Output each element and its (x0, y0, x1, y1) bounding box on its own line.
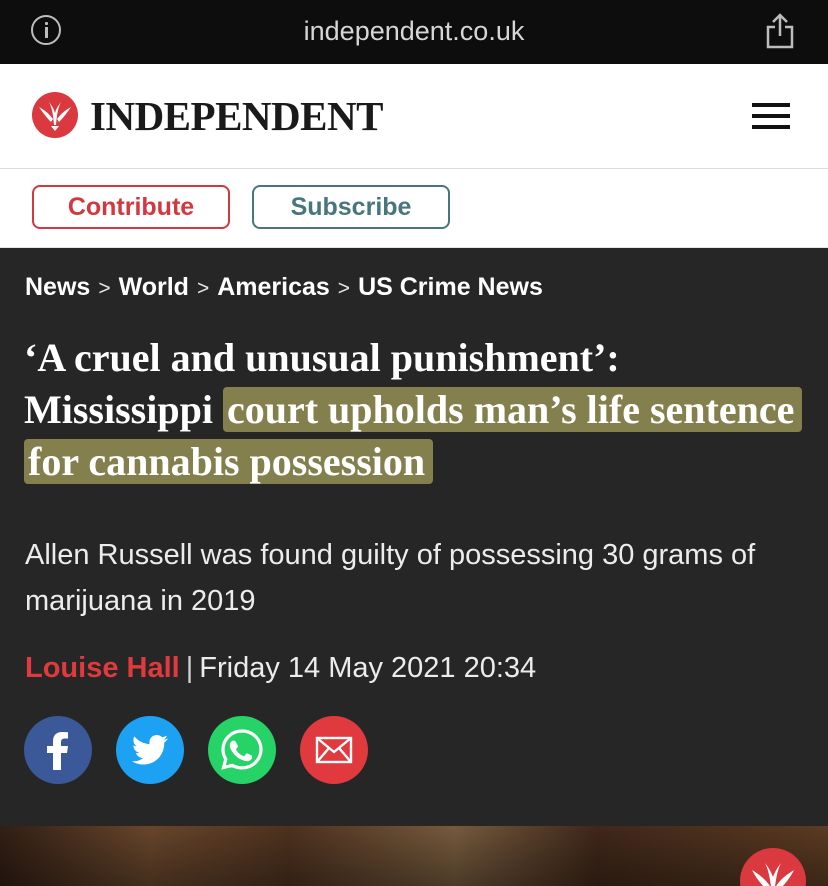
eagle-logo-icon[interactable] (32, 92, 78, 138)
breadcrumb-separator: > (337, 277, 351, 300)
whatsapp-icon (221, 729, 263, 770)
whatsapp-share-button[interactable] (208, 716, 276, 784)
article-standfirst: Allen Russell was found guilty of posses… (25, 539, 756, 617)
share-icon[interactable] (764, 12, 796, 50)
breadcrumb-us-crime-news[interactable]: US Crime News (358, 273, 543, 301)
breadcrumb-separator: > (98, 277, 111, 300)
hamburger-menu-icon[interactable] (752, 103, 790, 129)
subscribe-button[interactable]: Subscribe (252, 185, 450, 229)
article-headline: ‘A cruel and unusual punishment’: Missis… (24, 332, 814, 488)
email-icon (315, 736, 353, 764)
article-hero-image (0, 826, 828, 886)
breadcrumb-separator: > (196, 277, 210, 300)
email-share-button[interactable] (300, 716, 368, 784)
author-link[interactable]: Louise Hall (25, 652, 180, 684)
site-logo-text[interactable]: INDEPENDENT (90, 92, 383, 140)
byline: Louise Hall | Friday 14 May 2021 20:34 (25, 652, 536, 685)
action-row: Contribute Subscribe (0, 169, 828, 248)
publish-date: Friday 14 May 2021 20:34 (199, 652, 537, 684)
breadcrumb-news[interactable]: News (25, 273, 90, 301)
site-header: INDEPENDENT (0, 64, 828, 169)
twitter-share-button[interactable] (116, 716, 184, 784)
contribute-button[interactable]: Contribute (32, 185, 230, 229)
article-header: News > World > Americas > US Crime News ‘A cru… (0, 248, 828, 826)
facebook-icon (47, 732, 68, 770)
breadcrumb: News > World > Americas > US Crime News (25, 273, 543, 302)
breadcrumb-world[interactable]: World (119, 273, 189, 301)
twitter-icon (132, 735, 168, 765)
url-bar[interactable]: independent.co.uk (0, 16, 828, 47)
browser-bar: independent.co.uk (0, 0, 828, 64)
byline-divider: | (185, 652, 194, 684)
breadcrumb-americas[interactable]: Americas (217, 273, 330, 301)
facebook-share-button[interactable] (24, 716, 92, 784)
independent-badge-icon (740, 848, 806, 886)
